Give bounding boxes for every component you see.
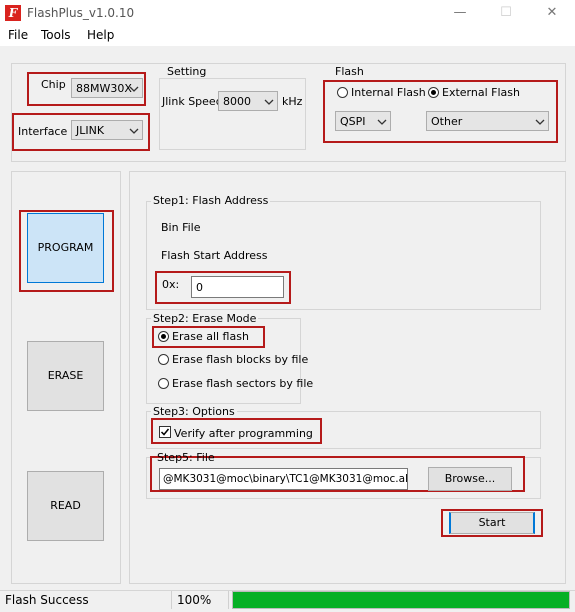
chevron-down-icon xyxy=(377,119,387,125)
erase-all-radio[interactable] xyxy=(158,331,169,342)
flash-mode-select[interactable]: QSPI xyxy=(335,111,391,131)
menu-help[interactable]: Help xyxy=(87,28,114,42)
status-divider xyxy=(171,591,172,609)
erase-sectors-label[interactable]: Erase flash sectors by file xyxy=(172,377,313,390)
step5-legend: Step5: File xyxy=(157,451,215,464)
minimize-button[interactable]: — xyxy=(437,0,483,26)
erase-all-label[interactable]: Erase all flash xyxy=(172,330,249,343)
erase-sectors-radio[interactable] xyxy=(158,378,169,389)
app-icon: F xyxy=(5,5,21,21)
flash-start-address-label: Flash Start Address xyxy=(161,249,268,262)
browse-button[interactable]: Browse... xyxy=(428,467,512,491)
verify-label[interactable]: Verify after programming xyxy=(174,427,313,440)
status-divider xyxy=(228,591,229,609)
chip-select[interactable]: 88MW30X xyxy=(71,78,143,98)
jlink-speed-select[interactable]: 8000 xyxy=(218,91,278,111)
bin-file-label: Bin File xyxy=(161,221,201,234)
erase-button[interactable]: ERASE xyxy=(27,341,104,411)
window-title: FlashPlus_v1.0.10 xyxy=(27,6,135,20)
read-button[interactable]: READ xyxy=(27,471,104,541)
flash-type-select[interactable]: Other xyxy=(426,111,549,131)
step2-legend: Step2: Erase Mode xyxy=(151,312,259,325)
flash-mode-value: QSPI xyxy=(340,115,366,128)
flash-legend: Flash xyxy=(333,65,366,78)
progress-bar xyxy=(232,591,570,609)
flash-type-value: Other xyxy=(431,115,463,128)
status-message: Flash Success xyxy=(5,593,89,607)
interface-select[interactable]: JLINK xyxy=(71,120,143,140)
jlink-speed-value: 8000 xyxy=(223,95,251,108)
external-flash-radio[interactable] xyxy=(428,87,439,98)
chip-select-value: 88MW30X xyxy=(76,82,132,95)
internal-flash-label[interactable]: Internal Flash xyxy=(351,86,426,99)
flash-start-address-input[interactable]: 0 xyxy=(191,276,284,298)
interface-label: Interface xyxy=(18,125,68,138)
start-button[interactable]: Start xyxy=(449,512,535,534)
step1-legend: Step1: Flash Address xyxy=(151,194,271,207)
verify-checkbox[interactable] xyxy=(159,426,171,438)
maximize-button[interactable]: ☐ xyxy=(483,0,529,26)
interface-select-value: JLINK xyxy=(76,124,105,137)
erase-blocks-radio[interactable] xyxy=(158,354,169,365)
chevron-down-icon xyxy=(129,86,139,92)
chevron-down-icon xyxy=(129,128,139,134)
jlink-speed-label: Jlink Speed xyxy=(162,95,223,108)
setting-group xyxy=(159,78,306,150)
chevron-down-icon xyxy=(264,99,274,105)
menu-file[interactable]: File xyxy=(8,28,28,42)
jlink-speed-unit: kHz xyxy=(282,95,303,108)
erase-blocks-label[interactable]: Erase flash blocks by file xyxy=(172,353,308,366)
checkmark-icon xyxy=(160,428,170,436)
progress-fill xyxy=(233,592,569,608)
flash-start-address-value: 0 xyxy=(196,281,203,294)
file-path-value: @MK3031@moc\binary\TC1@MK3031@moc.all.bi… xyxy=(163,473,408,485)
chip-label: Chip xyxy=(41,78,66,91)
external-flash-label[interactable]: External Flash xyxy=(442,86,520,99)
menu-tools[interactable]: Tools xyxy=(41,28,71,42)
file-path-input[interactable]: @MK3031@moc\binary\TC1@MK3031@moc.all.bi… xyxy=(159,468,408,490)
setting-legend: Setting xyxy=(165,65,209,78)
internal-flash-radio[interactable] xyxy=(337,87,348,98)
program-button[interactable]: PROGRAM xyxy=(27,213,104,283)
address-prefix: 0x: xyxy=(162,278,180,291)
status-percent: 100% xyxy=(177,593,212,607)
step3-legend: Step3: Options xyxy=(151,405,237,418)
close-button[interactable]: ✕ xyxy=(529,0,575,26)
chevron-down-icon xyxy=(535,119,545,125)
